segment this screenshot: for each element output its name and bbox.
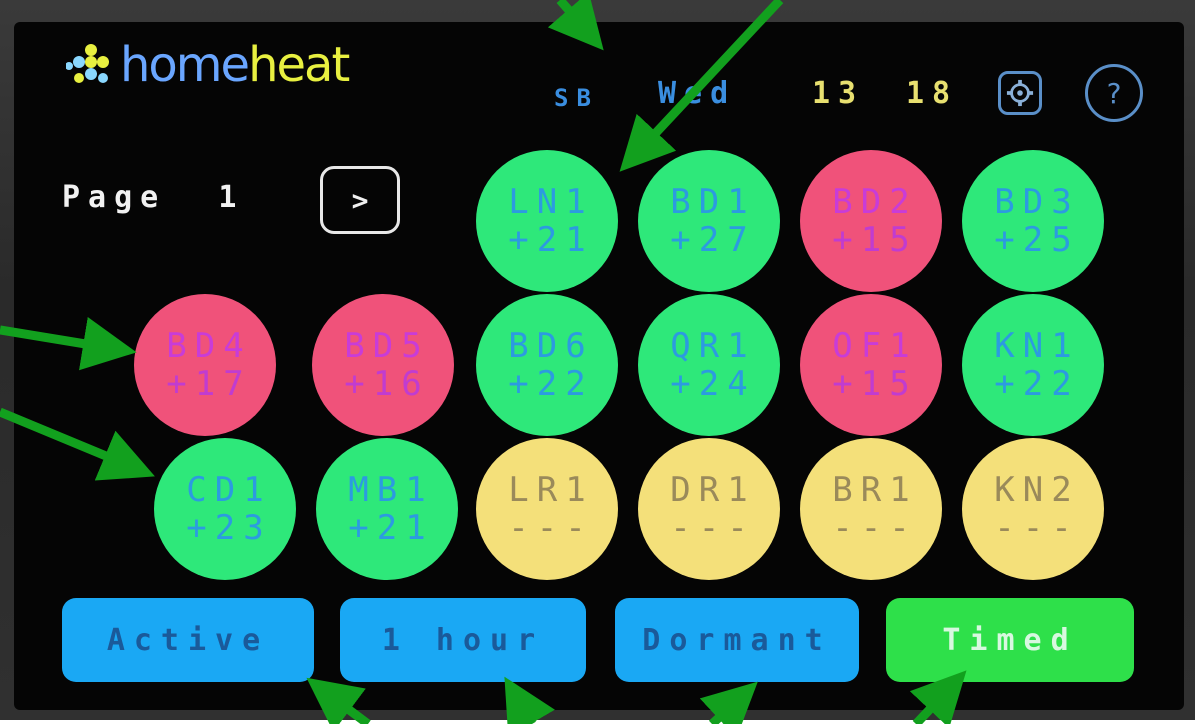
zone-name: KN1 xyxy=(994,326,1080,366)
zone-temperature: --- xyxy=(994,508,1080,548)
zone-temperature: --- xyxy=(508,508,594,548)
zone-temperature: +16 xyxy=(344,364,430,404)
zone-mb1-button[interactable]: MB1 +21 xyxy=(316,438,458,580)
zone-name: LN1 xyxy=(508,182,594,222)
page-indicator: Page 1 xyxy=(62,180,245,215)
zone-dr1-button[interactable]: DR1 --- xyxy=(638,438,780,580)
zone-lr1-button[interactable]: LR1 --- xyxy=(476,438,618,580)
zone-name: LR1 xyxy=(508,470,594,510)
next-page-icon: > xyxy=(351,183,369,217)
one-hour-mode-button[interactable]: 1 hour xyxy=(340,598,586,682)
zone-bd1-button[interactable]: BD1 +27 xyxy=(638,150,780,292)
zone-kn2-button[interactable]: KN2 --- xyxy=(962,438,1104,580)
zone-name: OF1 xyxy=(832,326,918,366)
user-initials: SB xyxy=(554,84,599,112)
zone-bd3-button[interactable]: BD3 +25 xyxy=(962,150,1104,292)
zone-temperature: +21 xyxy=(348,508,434,548)
zone-name: KN2 xyxy=(994,470,1080,510)
zone-qr1-button[interactable]: QR1 +24 xyxy=(638,294,780,436)
zone-cd1-button[interactable]: CD1 +23 xyxy=(154,438,296,580)
zone-temperature: +21 xyxy=(508,220,594,260)
active-mode-button[interactable]: Active xyxy=(62,598,314,682)
zone-name: CD1 xyxy=(186,470,272,510)
clock-minute: 18 xyxy=(906,76,959,111)
logo-text: homeheat xyxy=(120,37,350,93)
zone-bd2-button[interactable]: BD2 +15 xyxy=(800,150,942,292)
timed-mode-label: Timed xyxy=(942,622,1078,658)
clock-hour: 13 xyxy=(812,76,865,111)
zone-name: BD3 xyxy=(994,182,1080,222)
settings-button[interactable] xyxy=(998,71,1042,115)
zone-temperature: +27 xyxy=(670,220,756,260)
zone-temperature: +24 xyxy=(670,364,756,404)
zone-temperature: +15 xyxy=(832,220,918,260)
zone-bd6-button[interactable]: BD6 +22 xyxy=(476,294,618,436)
zone-name: DR1 xyxy=(670,470,756,510)
zone-name: BD4 xyxy=(166,326,252,366)
zone-name: BD2 xyxy=(832,182,918,222)
zone-temperature: --- xyxy=(670,508,756,548)
gear-icon xyxy=(1006,79,1034,107)
zone-kn1-button[interactable]: KN1 +22 xyxy=(962,294,1104,436)
help-icon: ? xyxy=(1106,76,1122,110)
zone-temperature: --- xyxy=(832,508,918,548)
dormant-mode-button[interactable]: Dormant xyxy=(615,598,859,682)
day-of-week: Wed xyxy=(658,76,737,111)
logo-mark-icon xyxy=(66,44,109,83)
zone-temperature: +25 xyxy=(994,220,1080,260)
zone-temperature: +22 xyxy=(994,364,1080,404)
zone-of1-button[interactable]: OF1 +15 xyxy=(800,294,942,436)
zone-bd4-button[interactable]: BD4 +17 xyxy=(134,294,276,436)
zone-bd5-button[interactable]: BD5 +16 xyxy=(312,294,454,436)
zone-temperature: +22 xyxy=(508,364,594,404)
dormant-mode-label: Dormant xyxy=(642,622,832,658)
zone-temperature: +15 xyxy=(832,364,918,404)
zone-temperature: +17 xyxy=(166,364,252,404)
active-mode-label: Active xyxy=(106,622,270,658)
zone-name: BD5 xyxy=(344,326,430,366)
zone-br1-button[interactable]: BR1 --- xyxy=(800,438,942,580)
zone-name: BD6 xyxy=(508,326,594,366)
zone-temperature: +23 xyxy=(186,508,272,548)
homeheat-logo: homeheat xyxy=(66,37,350,93)
photo-stage: homeheat SB Wed 13 18 ? Page 1 > LN1 +21 B… xyxy=(0,0,1195,724)
zone-name: BD1 xyxy=(670,182,756,222)
zone-name: MB1 xyxy=(348,470,434,510)
zone-name: QR1 xyxy=(670,326,756,366)
zone-name: BR1 xyxy=(832,470,918,510)
next-page-button[interactable]: > xyxy=(320,166,400,234)
zone-ln1-button[interactable]: LN1 +21 xyxy=(476,150,618,292)
one-hour-mode-label: 1 hour xyxy=(381,622,545,658)
timed-mode-button[interactable]: Timed xyxy=(886,598,1134,682)
help-button[interactable]: ? xyxy=(1085,64,1143,122)
